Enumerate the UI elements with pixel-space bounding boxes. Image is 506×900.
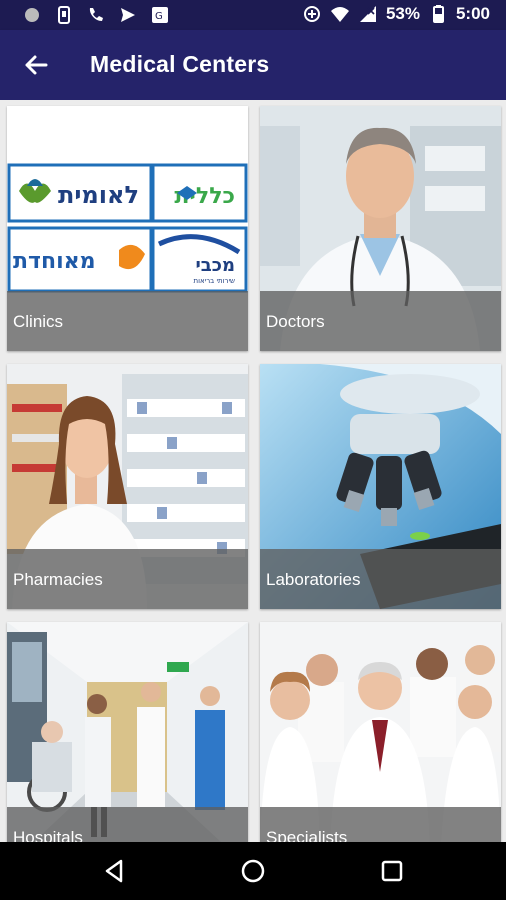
card-caption: Specialists (260, 807, 501, 842)
card-caption: Clinics (7, 291, 248, 351)
card-label: Specialists (266, 828, 348, 842)
clock: 5:00 (455, 4, 490, 23)
signal-icon (359, 6, 376, 22)
card-label: Doctors (266, 312, 325, 331)
card-pharmacies[interactable]: Pharmacies (7, 364, 248, 609)
home-circle-icon[interactable] (239, 857, 267, 885)
category-grid: לאומית כללית מאוחדת מכבי שירותי בריאות C… (0, 100, 506, 842)
card-doctors[interactable]: Doctors (260, 106, 501, 351)
back-triangle-icon[interactable] (101, 857, 129, 885)
card-label: Laboratories (266, 570, 361, 589)
send-icon (121, 8, 135, 22)
navigation-bar (0, 842, 506, 900)
card-laboratories[interactable]: Laboratories (260, 364, 501, 609)
card-label: Pharmacies (13, 570, 103, 589)
status-bar: G 53% 5:00 (0, 0, 506, 30)
data-saver-icon (303, 6, 320, 22)
arrow-left-icon[interactable] (18, 47, 54, 83)
card-caption: Pharmacies (7, 549, 248, 609)
card-specialists[interactable]: Specialists (260, 622, 501, 842)
card-label: Clinics (13, 312, 64, 331)
missed-call-icon (89, 8, 103, 21)
leumit-logo-text: לאומית (58, 181, 139, 209)
wifi-icon (330, 7, 349, 22)
battery-icon (432, 5, 444, 23)
card-clinics[interactable]: לאומית כללית מאוחדת מכבי שירותי בריאות C… (7, 106, 248, 351)
card-label: Hospitals (13, 828, 83, 842)
phone-device-icon (58, 6, 70, 24)
maccabi-logo-subtext: שירותי בריאות (193, 277, 235, 285)
card-caption: Laboratories (260, 549, 501, 609)
translate-icon: G (152, 7, 168, 23)
page-title: Medical Centers (90, 51, 270, 77)
record-dot-icon (25, 8, 39, 22)
app-bar: Medical Centers (0, 30, 506, 100)
recents-square-icon[interactable] (378, 857, 406, 885)
card-hospitals[interactable]: Hospitals (7, 622, 248, 842)
svg-text:G: G (155, 11, 163, 22)
card-caption: Hospitals (7, 807, 248, 842)
card-caption: Doctors (260, 291, 501, 351)
battery-percent: 53% (385, 4, 420, 23)
meuhedet-logo-text: מאוחדת (13, 249, 96, 274)
maccabi-logo-text: מכבי (196, 255, 236, 276)
